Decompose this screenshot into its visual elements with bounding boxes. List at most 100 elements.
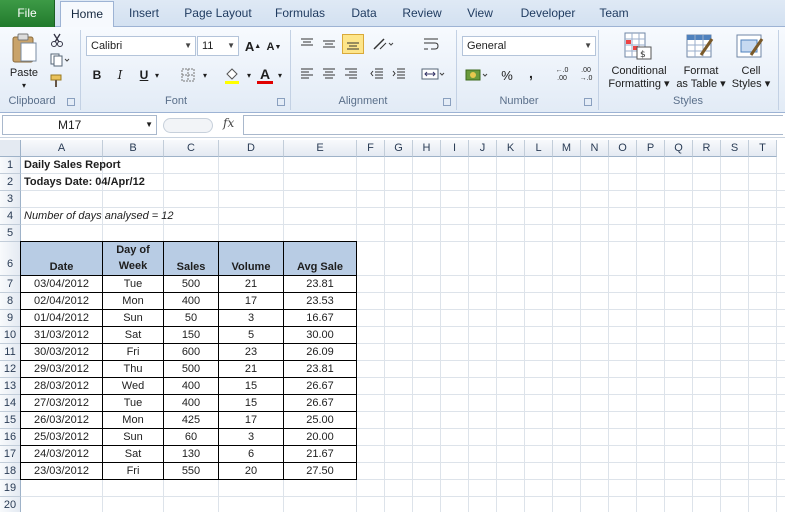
table-header-volume[interactable]: Volume — [219, 242, 284, 276]
row-header-11[interactable]: 11 — [0, 344, 21, 361]
tab-file[interactable]: File — [0, 0, 55, 27]
table-cell[interactable]: Mon — [103, 293, 164, 310]
table-cell[interactable]: Fri — [103, 463, 164, 480]
todays-date[interactable]: Todays Date: 04/Apr/12 — [24, 174, 145, 191]
table-cell[interactable]: Sun — [103, 429, 164, 446]
font-name-dropdown[interactable]: Calibri ▼ — [86, 36, 196, 56]
wrap-text-icon[interactable] — [420, 35, 442, 53]
decrease-indent-icon[interactable] — [368, 65, 386, 83]
tab-review[interactable]: Review — [396, 0, 448, 27]
table-cell[interactable]: Wed — [103, 378, 164, 395]
table-cell[interactable]: 600 — [164, 344, 219, 361]
table-cell[interactable]: 500 — [164, 276, 219, 293]
column-header-q[interactable]: Q — [665, 140, 693, 157]
column-header-f[interactable]: F — [357, 140, 385, 157]
clipboard-launcher-icon[interactable] — [67, 98, 75, 106]
row-header-13[interactable]: 13 — [0, 378, 21, 395]
table-cell[interactable]: 30/03/2012 — [21, 344, 103, 361]
column-header-g[interactable]: G — [385, 140, 413, 157]
table-cell[interactable]: Tue — [103, 395, 164, 412]
row-header-1[interactable]: 1 — [0, 157, 21, 174]
decrease-decimal-button[interactable]: .00 →.0 — [576, 65, 596, 85]
tab-formulas[interactable]: Formulas — [268, 0, 332, 27]
font-color-button[interactable]: A — [254, 63, 276, 87]
table-cell[interactable]: 23.81 — [284, 276, 357, 293]
align-right-icon[interactable] — [342, 65, 360, 83]
days-analysed[interactable]: Number of days analysed = 12 — [24, 208, 174, 225]
tab-insert[interactable]: Insert — [119, 0, 169, 27]
align-middle-icon[interactable] — [320, 35, 338, 53]
table-cell[interactable]: 6 — [219, 446, 284, 463]
table-header-sales[interactable]: Sales — [164, 242, 219, 276]
insert-function-button[interactable]: fx — [223, 116, 234, 130]
row-header-12[interactable]: 12 — [0, 361, 21, 378]
column-header-t[interactable]: T — [749, 140, 777, 157]
format-as-table-icon[interactable] — [684, 30, 716, 62]
table-cell[interactable]: 01/04/2012 — [21, 310, 103, 327]
table-cell[interactable]: 130 — [164, 446, 219, 463]
percent-style-button[interactable]: % — [498, 65, 516, 85]
table-cell[interactable]: 28/03/2012 — [21, 378, 103, 395]
shrink-font-button[interactable]: A ▼ — [265, 38, 283, 56]
tab-developer[interactable]: Developer — [512, 0, 584, 27]
underline-dropdown-arrow[interactable]: ▾ — [152, 65, 162, 85]
table-cell[interactable]: 550 — [164, 463, 219, 480]
row-header-16[interactable]: 16 — [0, 429, 21, 446]
table-cell[interactable]: 27.50 — [284, 463, 357, 480]
italic-button[interactable]: I — [111, 65, 129, 85]
tab-view[interactable]: View — [457, 0, 503, 27]
table-cell[interactable]: 15 — [219, 378, 284, 395]
grow-font-button[interactable]: A ▲ — [244, 36, 262, 56]
table-header-date[interactable]: Date — [21, 242, 103, 276]
table-cell[interactable]: 17 — [219, 412, 284, 429]
column-header-k[interactable]: K — [497, 140, 525, 157]
report-title[interactable]: Daily Sales Report — [24, 157, 121, 174]
row-header-15[interactable]: 15 — [0, 412, 21, 429]
accounting-format-icon[interactable] — [464, 65, 490, 85]
column-header-d[interactable]: D — [219, 140, 284, 157]
column-header-e[interactable]: E — [284, 140, 357, 157]
format-painter-icon[interactable] — [48, 72, 66, 90]
table-cell[interactable]: 21 — [219, 361, 284, 378]
table-cell[interactable]: Sat — [103, 327, 164, 344]
tab-team[interactable]: Team — [592, 0, 636, 27]
align-top-icon[interactable] — [298, 35, 316, 53]
underline-button[interactable]: U — [135, 65, 153, 85]
tab-page-layout[interactable]: Page Layout — [177, 0, 259, 27]
column-header-c[interactable]: C — [164, 140, 219, 157]
table-cell[interactable]: 21 — [219, 276, 284, 293]
table-header-day-of-week[interactable]: Day of Week — [103, 242, 164, 276]
increase-indent-icon[interactable] — [390, 65, 408, 83]
table-cell[interactable]: 23/03/2012 — [21, 463, 103, 480]
table-cell[interactable]: 02/04/2012 — [21, 293, 103, 310]
table-cell[interactable]: Tue — [103, 276, 164, 293]
bold-button[interactable]: B — [88, 65, 106, 85]
table-cell[interactable]: 15 — [219, 395, 284, 412]
increase-decimal-button[interactable]: ←.0.00 — [552, 65, 572, 85]
table-header-avg-sale[interactable]: Avg Sale — [284, 242, 357, 276]
cut-icon[interactable] — [48, 31, 66, 49]
orientation-icon[interactable] — [370, 35, 396, 53]
column-header-p[interactable]: P — [637, 140, 665, 157]
font-size-dropdown[interactable]: 11 ▼ — [197, 36, 239, 56]
row-header-10[interactable]: 10 — [0, 327, 21, 344]
font-color-dropdown-arrow[interactable]: ▾ — [275, 65, 285, 85]
format-as-table-button[interactable]: Format as Table ▾ — [674, 65, 728, 91]
table-cell[interactable]: 29/03/2012 — [21, 361, 103, 378]
font-launcher-icon[interactable] — [277, 98, 285, 106]
conditional-formatting-button[interactable]: Conditional Formatting ▾ — [602, 65, 676, 91]
column-header-m[interactable]: M — [553, 140, 581, 157]
row-header-19[interactable]: 19 — [0, 480, 21, 497]
column-header-o[interactable]: O — [609, 140, 637, 157]
row-header-2[interactable]: 2 — [0, 174, 21, 191]
table-cell[interactable]: 400 — [164, 378, 219, 395]
table-cell[interactable]: 23 — [219, 344, 284, 361]
table-cell[interactable]: Thu — [103, 361, 164, 378]
column-header-l[interactable]: L — [525, 140, 553, 157]
table-cell[interactable]: Sun — [103, 310, 164, 327]
formula-input[interactable] — [243, 115, 783, 135]
table-cell[interactable]: 24/03/2012 — [21, 446, 103, 463]
align-left-icon[interactable] — [298, 65, 316, 83]
column-header-h[interactable]: H — [413, 140, 441, 157]
table-cell[interactable]: 26.67 — [284, 395, 357, 412]
